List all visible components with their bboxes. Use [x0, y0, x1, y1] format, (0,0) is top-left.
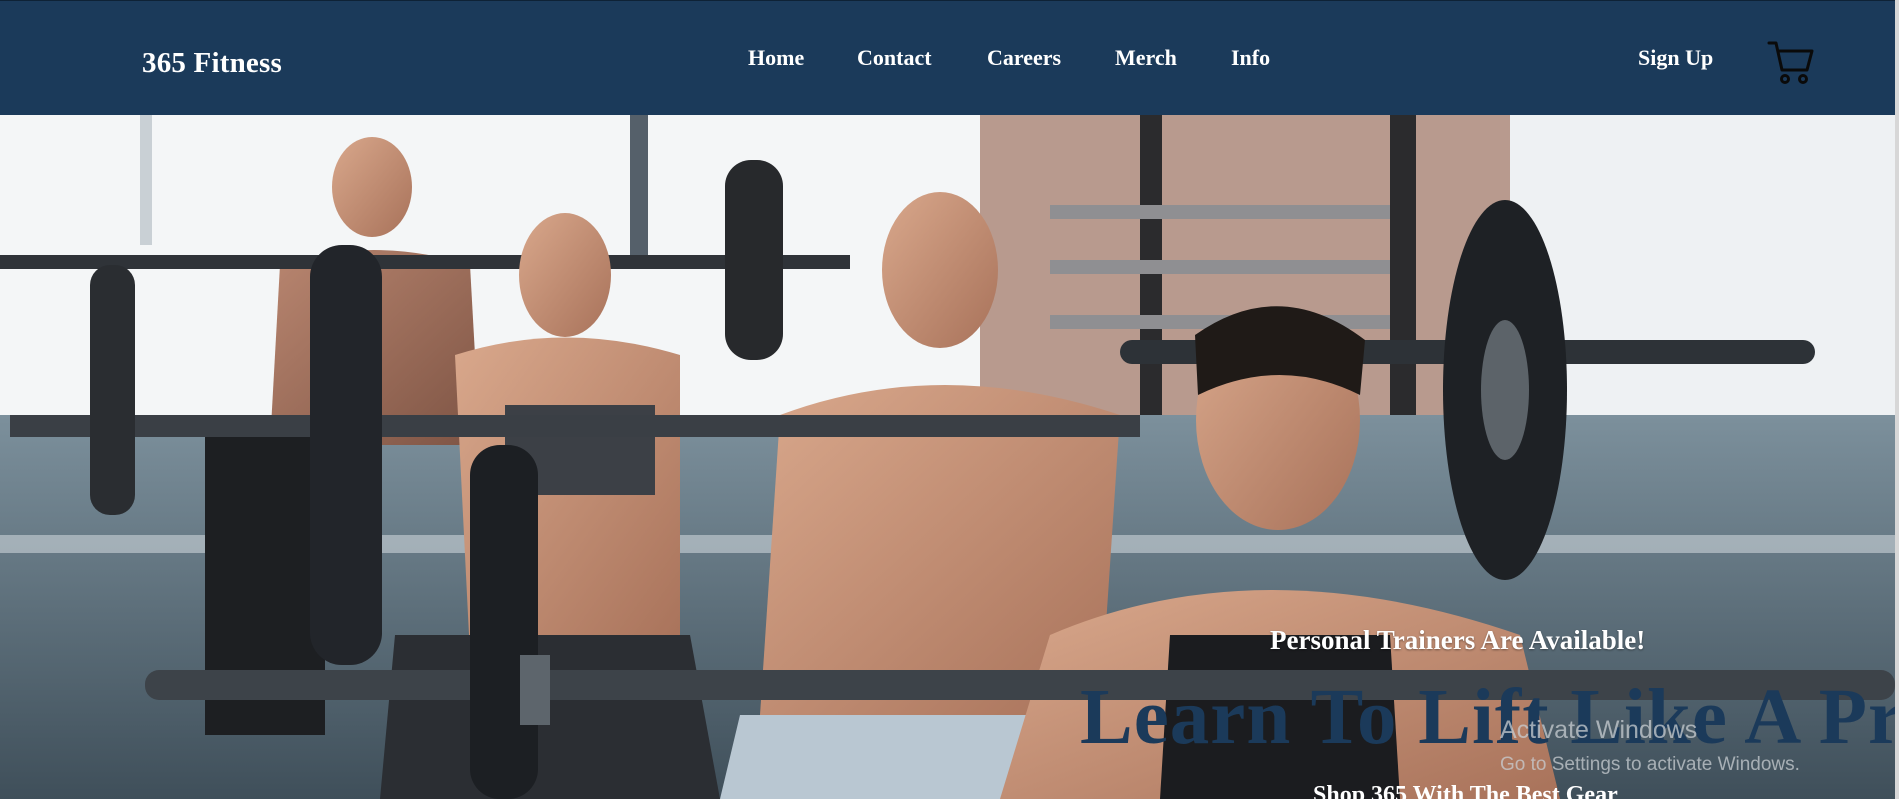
- page-scrollbar[interactable]: [1895, 0, 1899, 799]
- nav-careers[interactable]: Careers: [987, 45, 1061, 71]
- hero-banner: Personal Trainers Are Available! Learn T…: [0, 115, 1895, 799]
- nav-info[interactable]: Info: [1231, 45, 1270, 71]
- sign-up-link[interactable]: Sign Up: [1638, 45, 1713, 71]
- activate-windows-hint: Go to Settings to activate Windows.: [1500, 754, 1800, 775]
- brand-logo[interactable]: 365 Fitness: [142, 47, 282, 80]
- nav-merch[interactable]: Merch: [1115, 45, 1177, 71]
- hero-subline: Shop 365 With The Best Gear: [1313, 782, 1618, 799]
- nav-contact[interactable]: Contact: [857, 45, 932, 71]
- hero-headline: Learn To Lift Like A Pro: [1080, 674, 1895, 761]
- activate-windows-title: Activate Windows: [1500, 716, 1698, 744]
- shopping-cart-icon[interactable]: [1767, 40, 1815, 86]
- nav-home[interactable]: Home: [748, 45, 804, 71]
- top-navbar: 365 Fitness Home Contact Careers Merch I…: [0, 0, 1895, 115]
- trainers-tagline: Personal Trainers Are Available!: [1270, 625, 1646, 655]
